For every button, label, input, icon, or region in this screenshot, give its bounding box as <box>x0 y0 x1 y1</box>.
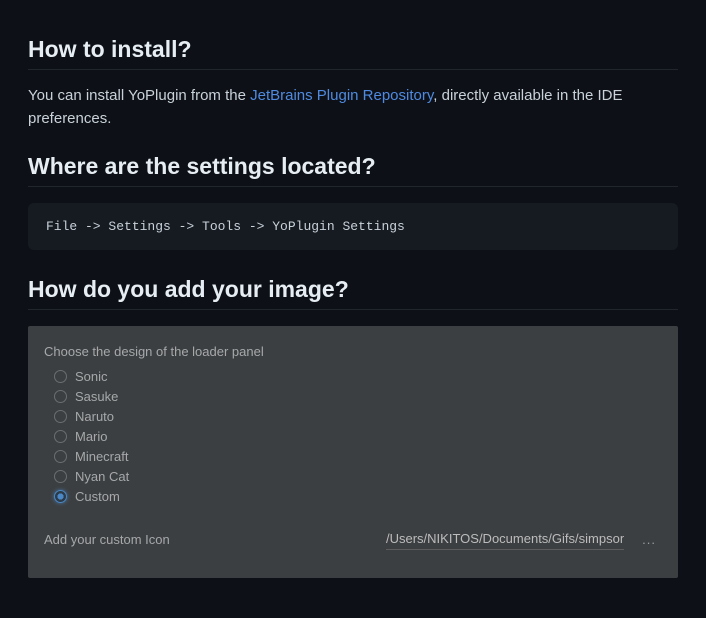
radio-label: Custom <box>75 489 120 504</box>
radio-option-nyan-cat[interactable]: Nyan Cat <box>54 467 662 487</box>
radio-icon <box>54 390 67 403</box>
plugin-repo-link[interactable]: JetBrains Plugin Repository <box>250 87 433 104</box>
radio-icon <box>54 410 67 423</box>
settings-heading: Where are the settings located? <box>28 153 678 187</box>
radio-icon <box>54 470 67 483</box>
radio-option-sonic[interactable]: Sonic <box>54 367 662 387</box>
radio-icon <box>54 490 67 503</box>
radio-label: Naruto <box>75 409 114 424</box>
add-image-heading: How do you add your image? <box>28 276 678 310</box>
radio-icon <box>54 370 67 383</box>
document-root: How to install? You can install YoPlugin… <box>0 0 706 618</box>
radio-list: Sonic Sasuke Naruto Mario Minecraft Nyan… <box>54 367 662 507</box>
radio-label: Minecraft <box>75 449 128 464</box>
install-paragraph: You can install YoPlugin from the JetBra… <box>28 84 678 131</box>
radio-icon <box>54 430 67 443</box>
panel-title: Choose the design of the loader panel <box>44 344 662 359</box>
browse-button[interactable]: ... <box>636 532 662 547</box>
settings-code-block: File -> Settings -> Tools -> YoPlugin Se… <box>28 203 678 250</box>
loader-panel: Choose the design of the loader panel So… <box>28 326 678 578</box>
custom-icon-path-input[interactable] <box>386 529 624 550</box>
radio-label: Sasuke <box>75 389 118 404</box>
custom-icon-row: Add your custom Icon ... <box>44 529 662 550</box>
radio-option-naruto[interactable]: Naruto <box>54 407 662 427</box>
radio-option-mario[interactable]: Mario <box>54 427 662 447</box>
install-heading: How to install? <box>28 36 678 70</box>
radio-icon <box>54 450 67 463</box>
radio-option-sasuke[interactable]: Sasuke <box>54 387 662 407</box>
custom-icon-label: Add your custom Icon <box>44 532 374 547</box>
radio-option-minecraft[interactable]: Minecraft <box>54 447 662 467</box>
install-text-before: You can install YoPlugin from the <box>28 87 250 104</box>
radio-label: Nyan Cat <box>75 469 129 484</box>
radio-option-custom[interactable]: Custom <box>54 487 662 507</box>
radio-label: Sonic <box>75 369 108 384</box>
radio-label: Mario <box>75 429 108 444</box>
